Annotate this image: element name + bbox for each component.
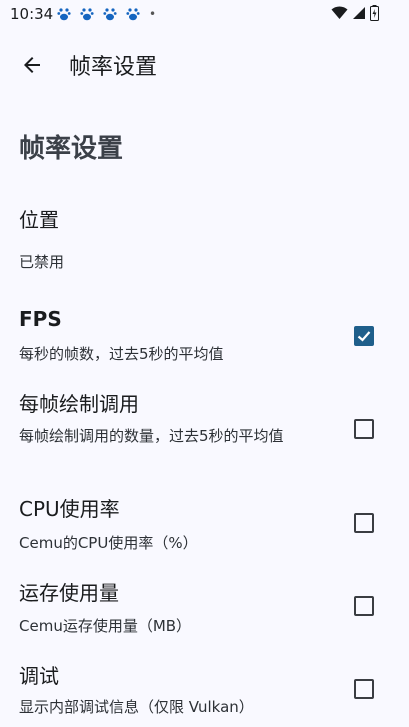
status-time: 10:34: [10, 5, 54, 23]
preference-debug[interactable]: 调试 显示内部调试信息（仅限 Vulkan）: [0, 652, 409, 727]
debug-checkbox[interactable]: [354, 679, 374, 699]
preference-summary: 每帧绘制调用的数量，过去5秒的平均值: [19, 427, 284, 445]
app-bar: 帧率设置: [0, 38, 409, 92]
section-title: 帧率设置: [19, 134, 124, 164]
preference-fps[interactable]: FPS 每秒的帧数，过去5秒的平均值: [0, 296, 409, 372]
preference-title: 调试: [19, 664, 59, 688]
preference-title: 运存使用量: [19, 581, 119, 605]
preference-cpu-usage[interactable]: CPU使用率 Cemu的CPU使用率（%）: [0, 484, 409, 560]
baidu-icon: [80, 8, 94, 21]
draw-calls-checkbox[interactable]: [354, 419, 374, 439]
app-bar-title: 帧率设置: [69, 55, 158, 80]
preference-summary: 显示内部调试信息（仅限 Vulkan）: [19, 698, 254, 716]
cpu-usage-checkbox[interactable]: [354, 513, 374, 533]
preference-summary: Cemu运存使用量（MB）: [19, 617, 192, 635]
preference-draw-calls[interactable]: 每帧绘制调用 每帧绘制调用的数量，过去5秒的平均值: [0, 380, 409, 476]
status-right: [331, 5, 379, 21]
arrow-back-icon: [24, 57, 40, 73]
baidu-icon: [126, 8, 140, 21]
preference-title: CPU使用率: [19, 497, 120, 521]
wifi-icon: [331, 6, 348, 19]
preference-position[interactable]: 位置 已禁用: [0, 190, 409, 290]
preference-title: 每帧绘制调用: [19, 392, 139, 416]
back-button[interactable]: [14, 47, 50, 83]
ram-usage-checkbox[interactable]: [354, 596, 374, 616]
preference-ram-usage[interactable]: 运存使用量 Cemu运存使用量（MB）: [0, 568, 409, 644]
baidu-icon: [57, 8, 71, 21]
preference-summary: 已禁用: [19, 253, 65, 271]
fps-checkbox[interactable]: [354, 326, 374, 346]
status-bar: 10:34 •: [0, 0, 409, 30]
more-notifications-dot: •: [149, 7, 157, 21]
check-icon: [357, 331, 371, 342]
signal-icon: [353, 7, 365, 19]
preference-summary: 每秒的帧数，过去5秒的平均值: [19, 345, 224, 363]
preference-title: 位置: [19, 208, 59, 232]
preference-summary: Cemu的CPU使用率（%）: [19, 534, 198, 552]
battery-icon: [370, 5, 379, 21]
baidu-icon: [103, 8, 117, 21]
notification-icons: •: [57, 7, 156, 21]
preference-title: FPS: [19, 307, 62, 331]
